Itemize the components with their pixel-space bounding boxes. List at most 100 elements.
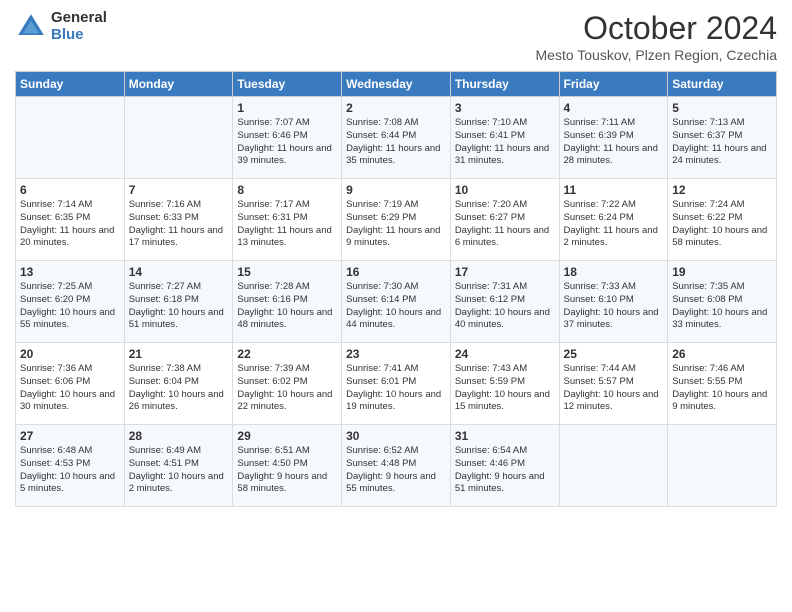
calendar-cell: 20Sunrise: 7:36 AM Sunset: 6:06 PM Dayli…: [16, 343, 125, 425]
calendar-cell: 8 Sunrise: 7:17 AM Sunset: 6:31 PM Daylig…: [233, 179, 342, 261]
calendar-cell: 1Sunrise: 7:07 AM Sunset: 6:46 PM Daylig…: [233, 97, 342, 179]
month-title: October 2024: [536, 10, 778, 47]
day-content: Sunrise: 7:44 AM Sunset: 5:57 PM Dayligh…: [564, 363, 664, 414]
calendar-cell: 17Sunrise: 7:31 AM Sunset: 6:12 PM Dayli…: [450, 261, 559, 343]
day-number: 16: [346, 265, 446, 279]
day-number: 27: [20, 429, 120, 443]
calendar-cell: 27 Sunrise: 6:48 AM Sunset: 4:53 PM Dayli…: [16, 425, 125, 507]
day-number: 15: [237, 265, 337, 279]
logo-blue: Blue: [51, 27, 107, 44]
logo: General Blue: [15, 10, 107, 43]
day-number: 19: [672, 265, 772, 279]
day-content: Sunrise: 7:41 AM Sunset: 6:01 PM Dayligh…: [346, 363, 446, 414]
day-number: 23: [346, 347, 446, 361]
day-content: Sunrise: 6:48 AM Sunset: 4:53 PM Dayligh…: [20, 445, 120, 496]
calendar-cell: 12Sunrise: 7:24 AM Sunset: 6:22 PM Dayli…: [668, 179, 777, 261]
day-number: 29: [237, 429, 337, 443]
day-number: 10: [455, 183, 555, 197]
day-number: 30: [346, 429, 446, 443]
calendar-cell: 5 Sunrise: 7:13 AM Sunset: 6:37 PM Daylig…: [668, 97, 777, 179]
day-number: 25: [564, 347, 664, 361]
day-content: Sunrise: 7:30 AM Sunset: 6:14 PM Dayligh…: [346, 281, 446, 332]
day-number: 20: [20, 347, 120, 361]
day-content: Sunrise: 7:13 AM Sunset: 6:37 PM Dayligh…: [672, 117, 772, 168]
day-number: 11: [564, 183, 664, 197]
calendar-table: SundayMondayTuesdayWednesdayThursdayFrid…: [15, 71, 777, 507]
day-content: Sunrise: 7:10 AM Sunset: 6:41 PM Dayligh…: [455, 117, 555, 168]
calendar-cell: 16 Sunrise: 7:30 AM Sunset: 6:14 PM Dayli…: [342, 261, 451, 343]
day-number: 7: [129, 183, 229, 197]
day-content: Sunrise: 7:35 AM Sunset: 6:08 PM Dayligh…: [672, 281, 772, 332]
day-content: Sunrise: 6:52 AM Sunset: 4:48 PM Dayligh…: [346, 445, 446, 496]
calendar-cell: 30 Sunrise: 6:52 AM Sunset: 4:48 PM Dayli…: [342, 425, 451, 507]
calendar-cell: 15Sunrise: 7:28 AM Sunset: 6:16 PM Dayli…: [233, 261, 342, 343]
calendar-cell: 10 Sunrise: 7:20 AM Sunset: 6:27 PM Dayli…: [450, 179, 559, 261]
calendar-cell: 18Sunrise: 7:33 AM Sunset: 6:10 PM Dayli…: [559, 261, 668, 343]
day-content: Sunrise: 7:39 AM Sunset: 6:02 PM Dayligh…: [237, 363, 337, 414]
day-content: Sunrise: 7:27 AM Sunset: 6:18 PM Dayligh…: [129, 281, 229, 332]
day-content: Sunrise: 7:08 AM Sunset: 6:44 PM Dayligh…: [346, 117, 446, 168]
weekday-header-friday: Friday: [559, 72, 668, 97]
header: General Blue October 2024 Mesto Touskov,…: [15, 10, 777, 63]
weekday-header-monday: Monday: [124, 72, 233, 97]
calendar-cell: 25 Sunrise: 7:44 AM Sunset: 5:57 PM Dayli…: [559, 343, 668, 425]
day-content: Sunrise: 7:19 AM Sunset: 6:29 PM Dayligh…: [346, 199, 446, 250]
calendar-cell: 13Sunrise: 7:25 AM Sunset: 6:20 PM Dayli…: [16, 261, 125, 343]
weekday-header-tuesday: Tuesday: [233, 72, 342, 97]
day-number: 17: [455, 265, 555, 279]
calendar-cell: [559, 425, 668, 507]
day-number: 4: [564, 101, 664, 115]
day-number: 22: [237, 347, 337, 361]
day-content: Sunrise: 6:54 AM Sunset: 4:46 PM Dayligh…: [455, 445, 555, 496]
calendar-cell: 11 Sunrise: 7:22 AM Sunset: 6:24 PM Dayli…: [559, 179, 668, 261]
day-content: Sunrise: 7:20 AM Sunset: 6:27 PM Dayligh…: [455, 199, 555, 250]
weekday-header-thursday: Thursday: [450, 72, 559, 97]
logo-text: General Blue: [51, 10, 107, 43]
day-content: Sunrise: 7:22 AM Sunset: 6:24 PM Dayligh…: [564, 199, 664, 250]
day-content: Sunrise: 7:16 AM Sunset: 6:33 PM Dayligh…: [129, 199, 229, 250]
calendar-week-row: 27 Sunrise: 6:48 AM Sunset: 4:53 PM Dayli…: [16, 425, 777, 507]
logo-icon: [15, 11, 47, 43]
day-number: 5: [672, 101, 772, 115]
day-number: 8: [237, 183, 337, 197]
calendar-cell: 23 Sunrise: 7:41 AM Sunset: 6:01 PM Dayli…: [342, 343, 451, 425]
calendar-cell: 29 Sunrise: 6:51 AM Sunset: 4:50 PM Dayli…: [233, 425, 342, 507]
calendar-cell: [16, 97, 125, 179]
calendar-cell: 2 Sunrise: 7:08 AM Sunset: 6:44 PM Daylig…: [342, 97, 451, 179]
calendar-cell: 3 Sunrise: 7:10 AM Sunset: 6:41 PM Daylig…: [450, 97, 559, 179]
calendar-cell: 24Sunrise: 7:43 AM Sunset: 5:59 PM Dayli…: [450, 343, 559, 425]
day-number: 28: [129, 429, 229, 443]
calendar-week-row: 6Sunrise: 7:14 AM Sunset: 6:35 PM Daylig…: [16, 179, 777, 261]
day-number: 9: [346, 183, 446, 197]
calendar-cell: [124, 97, 233, 179]
weekday-header-wednesday: Wednesday: [342, 72, 451, 97]
calendar-cell: 14 Sunrise: 7:27 AM Sunset: 6:18 PM Dayli…: [124, 261, 233, 343]
calendar-week-row: 13Sunrise: 7:25 AM Sunset: 6:20 PM Dayli…: [16, 261, 777, 343]
day-number: 18: [564, 265, 664, 279]
day-number: 31: [455, 429, 555, 443]
weekday-header-sunday: Sunday: [16, 72, 125, 97]
day-content: Sunrise: 7:38 AM Sunset: 6:04 PM Dayligh…: [129, 363, 229, 414]
day-number: 2: [346, 101, 446, 115]
day-number: 26: [672, 347, 772, 361]
calendar-cell: 21 Sunrise: 7:38 AM Sunset: 6:04 PM Dayli…: [124, 343, 233, 425]
day-content: Sunrise: 7:17 AM Sunset: 6:31 PM Dayligh…: [237, 199, 337, 250]
calendar-week-row: 20Sunrise: 7:36 AM Sunset: 6:06 PM Dayli…: [16, 343, 777, 425]
calendar-cell: 7 Sunrise: 7:16 AM Sunset: 6:33 PM Daylig…: [124, 179, 233, 261]
day-number: 21: [129, 347, 229, 361]
calendar-cell: 31 Sunrise: 6:54 AM Sunset: 4:46 PM Dayli…: [450, 425, 559, 507]
calendar-cell: 19 Sunrise: 7:35 AM Sunset: 6:08 PM Dayli…: [668, 261, 777, 343]
day-content: Sunrise: 7:07 AM Sunset: 6:46 PM Dayligh…: [237, 117, 337, 168]
logo-general: General: [51, 10, 107, 27]
day-content: Sunrise: 6:51 AM Sunset: 4:50 PM Dayligh…: [237, 445, 337, 496]
calendar-cell: 9 Sunrise: 7:19 AM Sunset: 6:29 PM Daylig…: [342, 179, 451, 261]
day-number: 13: [20, 265, 120, 279]
day-number: 14: [129, 265, 229, 279]
weekday-header-saturday: Saturday: [668, 72, 777, 97]
day-number: 6: [20, 183, 120, 197]
day-number: 3: [455, 101, 555, 115]
page: General Blue October 2024 Mesto Touskov,…: [0, 0, 792, 517]
calendar-cell: 26Sunrise: 7:46 AM Sunset: 5:55 PM Dayli…: [668, 343, 777, 425]
calendar-cell: 4Sunrise: 7:11 AM Sunset: 6:39 PM Daylig…: [559, 97, 668, 179]
calendar-cell: 28Sunrise: 6:49 AM Sunset: 4:51 PM Dayli…: [124, 425, 233, 507]
